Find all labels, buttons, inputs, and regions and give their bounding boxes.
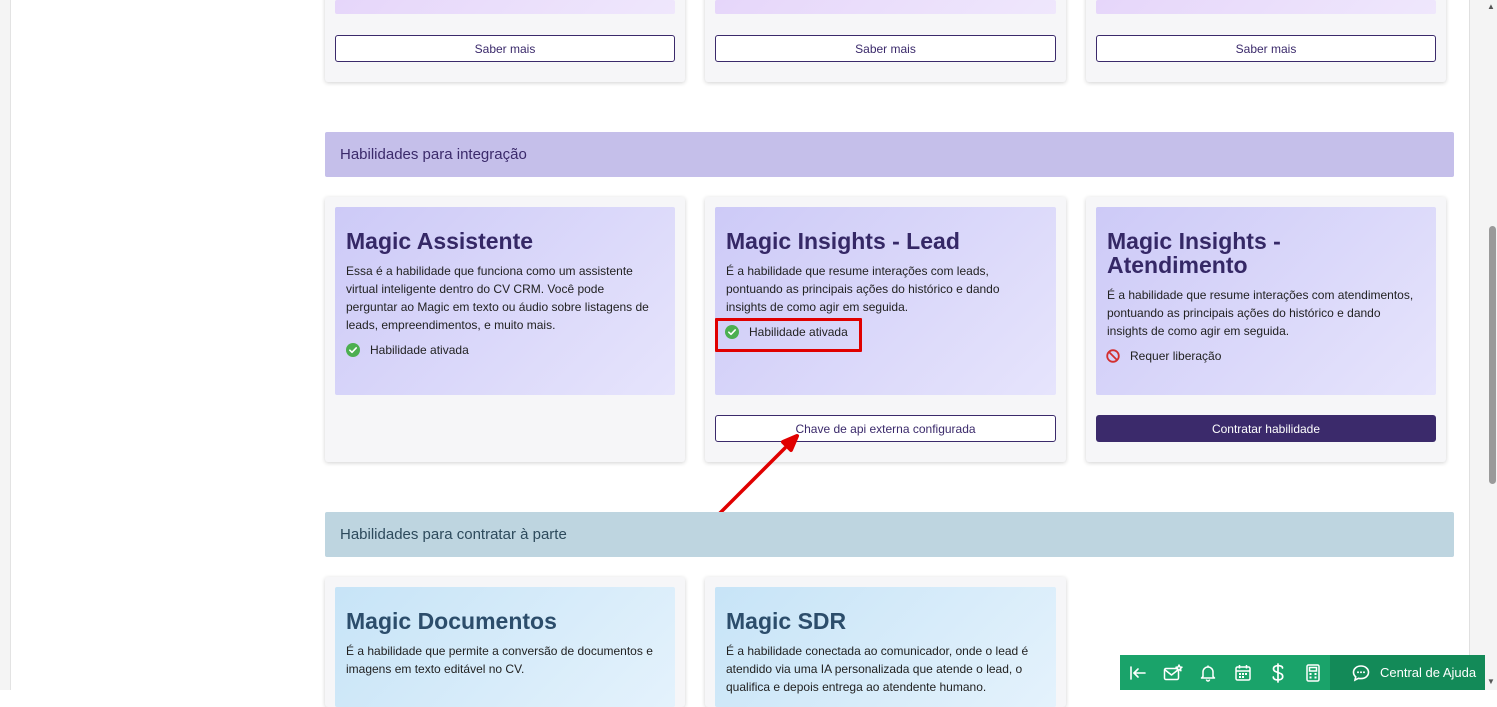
section-header-separate: Habilidades para contratar à parte <box>325 512 1454 557</box>
help-center-label: Central de Ajuda <box>1380 665 1477 680</box>
scroll-up-arrow-icon[interactable]: ▲ <box>1487 2 1495 11</box>
calendar-icon[interactable] <box>1225 655 1260 690</box>
section-title-separate: Habilidades para contratar à parte <box>340 526 567 543</box>
card-banner: Magic SDR É a habilidade conectada ao co… <box>715 587 1056 707</box>
scrollbar-thumb[interactable] <box>1489 226 1496 484</box>
card-title: Magic Documentos <box>346 608 557 634</box>
card-description: É a habilidade conectada ao comunicador,… <box>726 644 1029 694</box>
card-title: Magic SDR <box>726 608 847 634</box>
help-center-button[interactable]: Central de Ajuda <box>1330 655 1485 690</box>
card-magic-sdr: Magic SDR É a habilidade conectada ao co… <box>705 577 1066 707</box>
bell-icon[interactable] <box>1190 655 1225 690</box>
card-description: É a habilidade que permite a conversão d… <box>346 644 653 676</box>
scroll-down-arrow-icon[interactable]: ▼ <box>1487 677 1495 686</box>
chat-help-icon <box>1352 664 1370 681</box>
card-magic-documentos: Magic Documentos É a habilidade que perm… <box>325 577 685 707</box>
mail-star-icon[interactable] <box>1155 655 1190 690</box>
calculator-icon[interactable] <box>1295 655 1330 690</box>
dollar-icon[interactable] <box>1260 655 1295 690</box>
bottom-toolbar: Central de Ajuda <box>1120 655 1485 690</box>
collapse-left-icon[interactable] <box>1120 655 1155 690</box>
card-banner: Magic Documentos É a habilidade que perm… <box>335 587 675 707</box>
